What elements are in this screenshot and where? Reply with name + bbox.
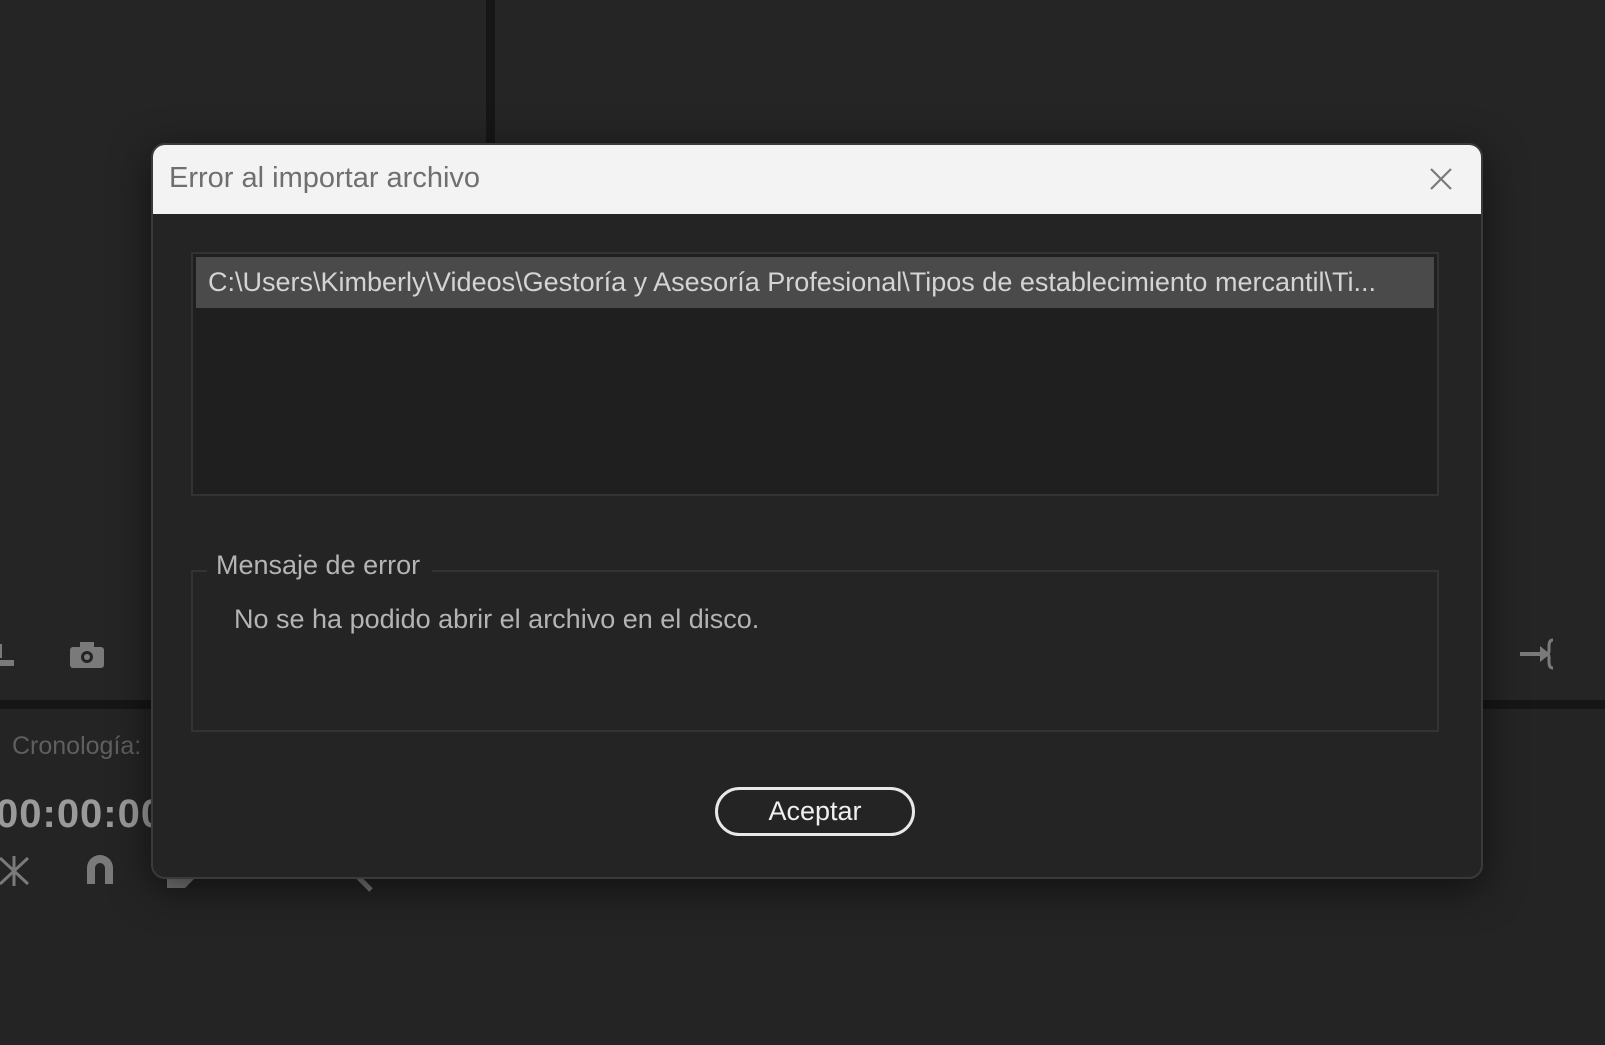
file-path-row[interactable]: C:\Users\Kimberly\Videos\Gestoría y Ases… [196,257,1434,308]
error-group-label: Mensaje de error [207,550,433,581]
error-message-group: Mensaje de error No se ha podido abrir e… [191,550,1439,732]
error-message-text: No se ha podido abrir el archivo en el d… [234,604,760,634]
dialog-titlebar[interactable]: Error al importar archivo [153,145,1481,214]
export-frame-icon[interactable] [0,640,22,676]
accept-button[interactable]: Aceptar [715,787,915,836]
failed-files-list[interactable]: C:\Users\Kimberly\Videos\Gestoría y Ases… [191,252,1439,496]
magnet-icon[interactable] [83,852,117,892]
insert-icon[interactable] [1518,638,1558,676]
snap-icon[interactable] [0,854,32,894]
camera-icon[interactable] [68,640,106,676]
app-window: Cronología: 00:00:00: Error al importar … [0,0,1605,1045]
timeline-tab-label[interactable]: Cronología: [12,732,141,761]
close-icon [1430,168,1452,190]
close-button[interactable] [1423,161,1459,197]
import-error-dialog: Error al importar archivo C:\Users\Kimbe… [151,143,1483,879]
dialog-title: Error al importar archivo [169,162,481,194]
